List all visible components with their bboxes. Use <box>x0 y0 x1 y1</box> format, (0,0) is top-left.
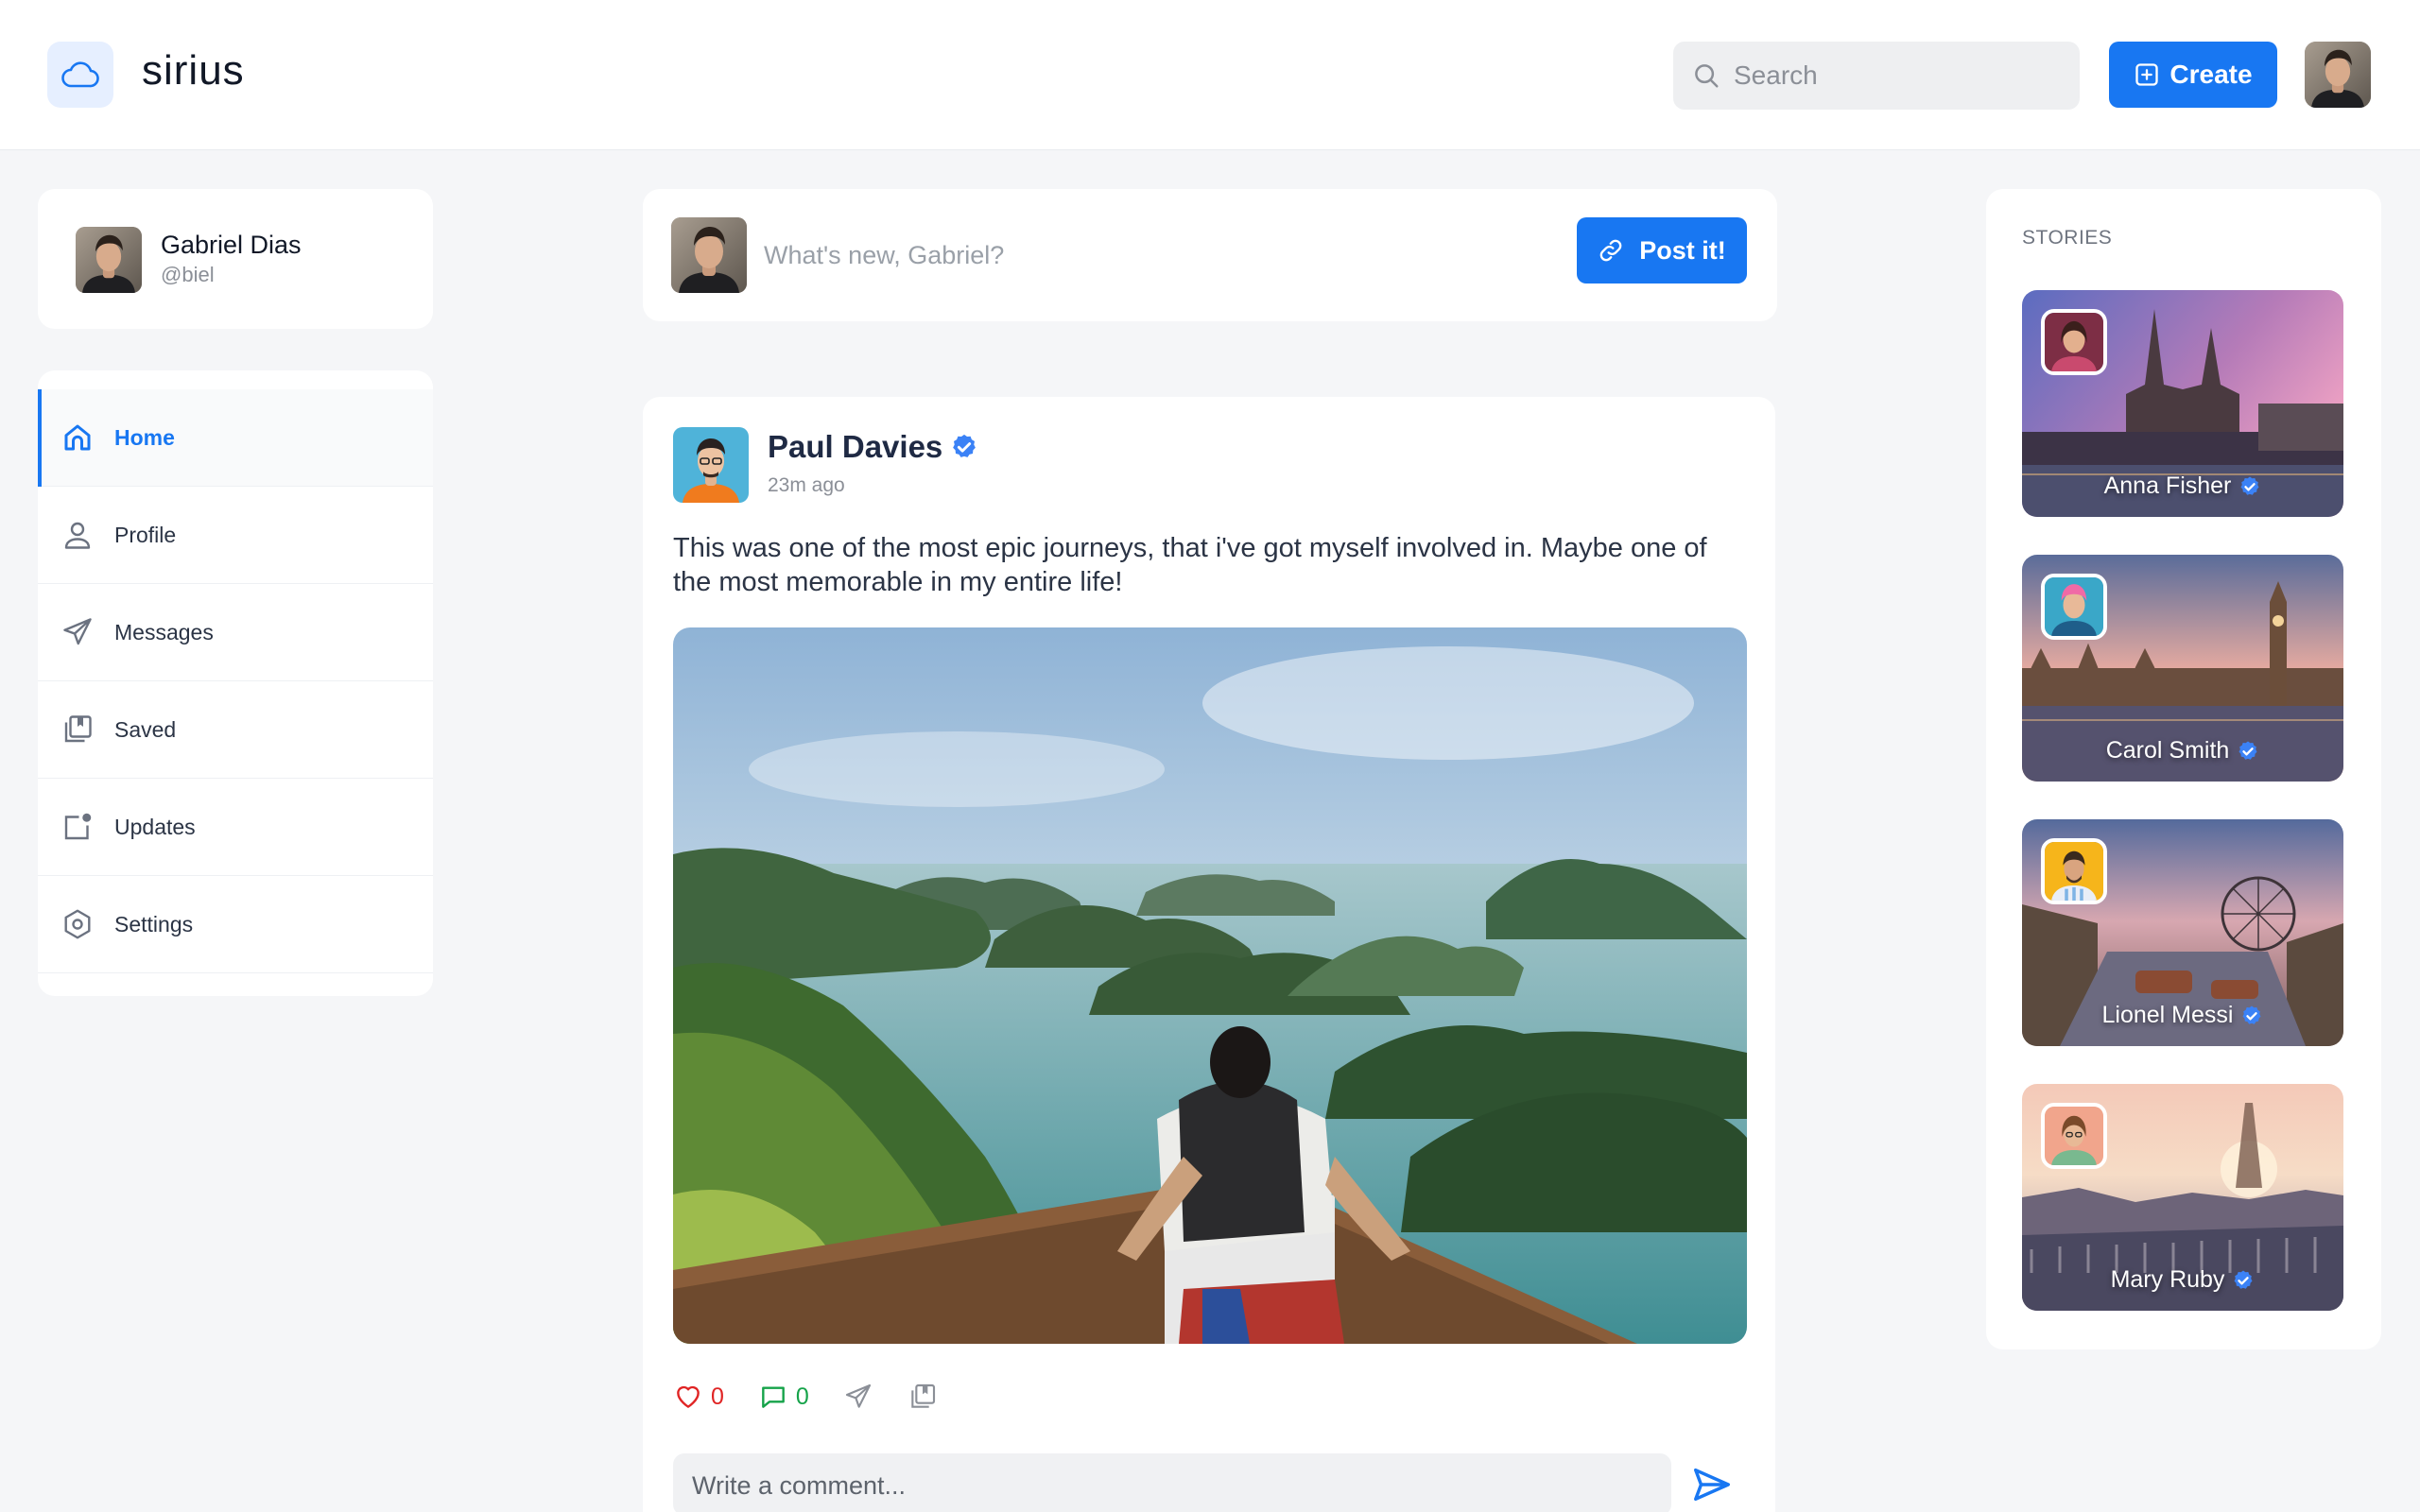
story-name: Mary Ruby <box>2022 1266 2343 1294</box>
story-avatar <box>2041 1103 2107 1169</box>
save-button[interactable] <box>908 1382 938 1412</box>
top-bar: sirius Create <box>0 0 2420 150</box>
profile-avatar-image <box>76 227 142 293</box>
comment-button[interactable]: 0 <box>758 1382 809 1412</box>
profile-avatar <box>76 227 142 293</box>
send-icon <box>845 1383 871 1408</box>
user-avatar[interactable] <box>2305 42 2371 108</box>
search-icon <box>1695 64 1719 88</box>
sidebar-nav: Home Profile Messages Saved Updates Sett… <box>38 370 433 996</box>
comment-icon <box>762 1386 785 1408</box>
post-button-label: Post it! <box>1639 235 1726 265</box>
sidebar-item-saved[interactable]: Saved <box>38 681 433 779</box>
story-avatar <box>2041 574 2107 640</box>
post-text: This was one of the most epic journeys, … <box>673 533 1707 597</box>
story-name-text: Lionel Messi <box>2101 1002 2234 1028</box>
verified-icon <box>2238 475 2261 498</box>
story-avatar-image <box>2045 1107 2103 1165</box>
story-avatar <box>2041 838 2107 904</box>
search-input[interactable] <box>1734 60 2074 91</box>
logo[interactable] <box>47 42 113 108</box>
composer-input[interactable] <box>764 232 1426 279</box>
comment-box <box>673 1453 1671 1512</box>
story-name: Lionel Messi <box>2022 1002 2343 1029</box>
verified-icon <box>2237 740 2259 763</box>
story-name: Anna Fisher <box>2022 472 2343 500</box>
cloud-icon <box>61 61 99 88</box>
bookmark-icon <box>59 711 96 748</box>
verified-icon <box>2232 1269 2255 1292</box>
sidebar-item-label: Profile <box>114 522 177 547</box>
profile-name: Gabriel Dias <box>161 231 302 259</box>
post-composer: Post it! <box>643 189 1777 321</box>
settings-icon <box>59 905 96 943</box>
like-button[interactable]: 0 <box>673 1382 724 1412</box>
profile-handle: @biel <box>161 263 215 286</box>
send-icon <box>59 613 96 651</box>
sidebar-item-profile[interactable]: Profile <box>38 487 433 584</box>
sidebar-item-label: Home <box>114 424 175 450</box>
profile-card[interactable]: Gabriel Dias @biel <box>38 189 433 329</box>
author-avatar-image <box>673 427 749 503</box>
create-button[interactable]: Create <box>2109 42 2277 108</box>
landscape-photo <box>673 627 1747 1344</box>
story-card[interactable]: Anna Fisher <box>2022 290 2343 517</box>
post-actions: 0 0 <box>673 1378 972 1416</box>
author-name[interactable]: Paul Davies <box>768 429 978 465</box>
sidebar-item-label: Saved <box>114 716 177 742</box>
search-bar[interactable] <box>1673 42 2080 110</box>
sidebar-item-home[interactable]: Home <box>38 389 433 487</box>
story-name-text: Anna Fisher <box>2103 472 2232 499</box>
feed-post: Paul Davies 23m ago This was one of the … <box>643 397 1775 1512</box>
verified-icon <box>950 433 978 461</box>
verified-icon <box>2240 1005 2263 1027</box>
story-avatar-image <box>2045 842 2103 901</box>
sidebar-item-updates[interactable]: Updates <box>38 779 433 876</box>
heart-icon <box>677 1385 700 1408</box>
story-name-text: Mary Ruby <box>2110 1266 2225 1293</box>
sidebar-item-label: Messages <box>114 619 214 644</box>
stories-panel: STORIES Anna Fisher Carol Smith Lionel M… <box>1986 189 2381 1349</box>
link-icon <box>1599 239 1622 262</box>
home-icon <box>59 419 96 456</box>
sidebar-item-messages[interactable]: Messages <box>38 584 433 681</box>
share-button[interactable] <box>843 1382 873 1412</box>
story-name-text: Carol Smith <box>2105 737 2230 764</box>
story-avatar-image <box>2045 577 2103 636</box>
post-timestamp: 23m ago <box>768 474 845 496</box>
stories-title: STORIES <box>2022 227 2113 249</box>
like-count: 0 <box>711 1383 724 1410</box>
post-button[interactable]: Post it! <box>1577 217 1747 284</box>
notification-icon <box>59 808 96 846</box>
avatar-image <box>2305 42 2371 108</box>
brand-name: sirius <box>142 47 245 94</box>
composer-avatar-image <box>671 217 747 293</box>
comment-count: 0 <box>795 1383 809 1410</box>
user-icon <box>59 516 96 554</box>
create-button-label: Create <box>2169 60 2253 89</box>
story-avatar-image <box>2045 313 2103 371</box>
comment-input[interactable] <box>692 1465 1637 1506</box>
sidebar-item-label: Settings <box>114 911 194 936</box>
story-avatar <box>2041 309 2107 375</box>
plus-square-icon <box>2135 63 2159 86</box>
composer-avatar <box>671 217 747 293</box>
bookmark-icon <box>911 1383 935 1408</box>
post-image[interactable] <box>673 627 1747 1344</box>
story-card[interactable]: Carol Smith <box>2022 555 2343 782</box>
sidebar-item-settings[interactable]: Settings <box>38 876 433 973</box>
author-avatar[interactable] <box>673 427 749 503</box>
author-name-text: Paul Davies <box>768 429 943 464</box>
story-card[interactable]: Lionel Messi <box>2022 819 2343 1046</box>
send-comment-icon[interactable] <box>1690 1463 1734 1506</box>
story-name: Carol Smith <box>2022 737 2343 765</box>
story-card[interactable]: Mary Ruby <box>2022 1084 2343 1311</box>
sidebar-item-label: Updates <box>114 814 196 839</box>
